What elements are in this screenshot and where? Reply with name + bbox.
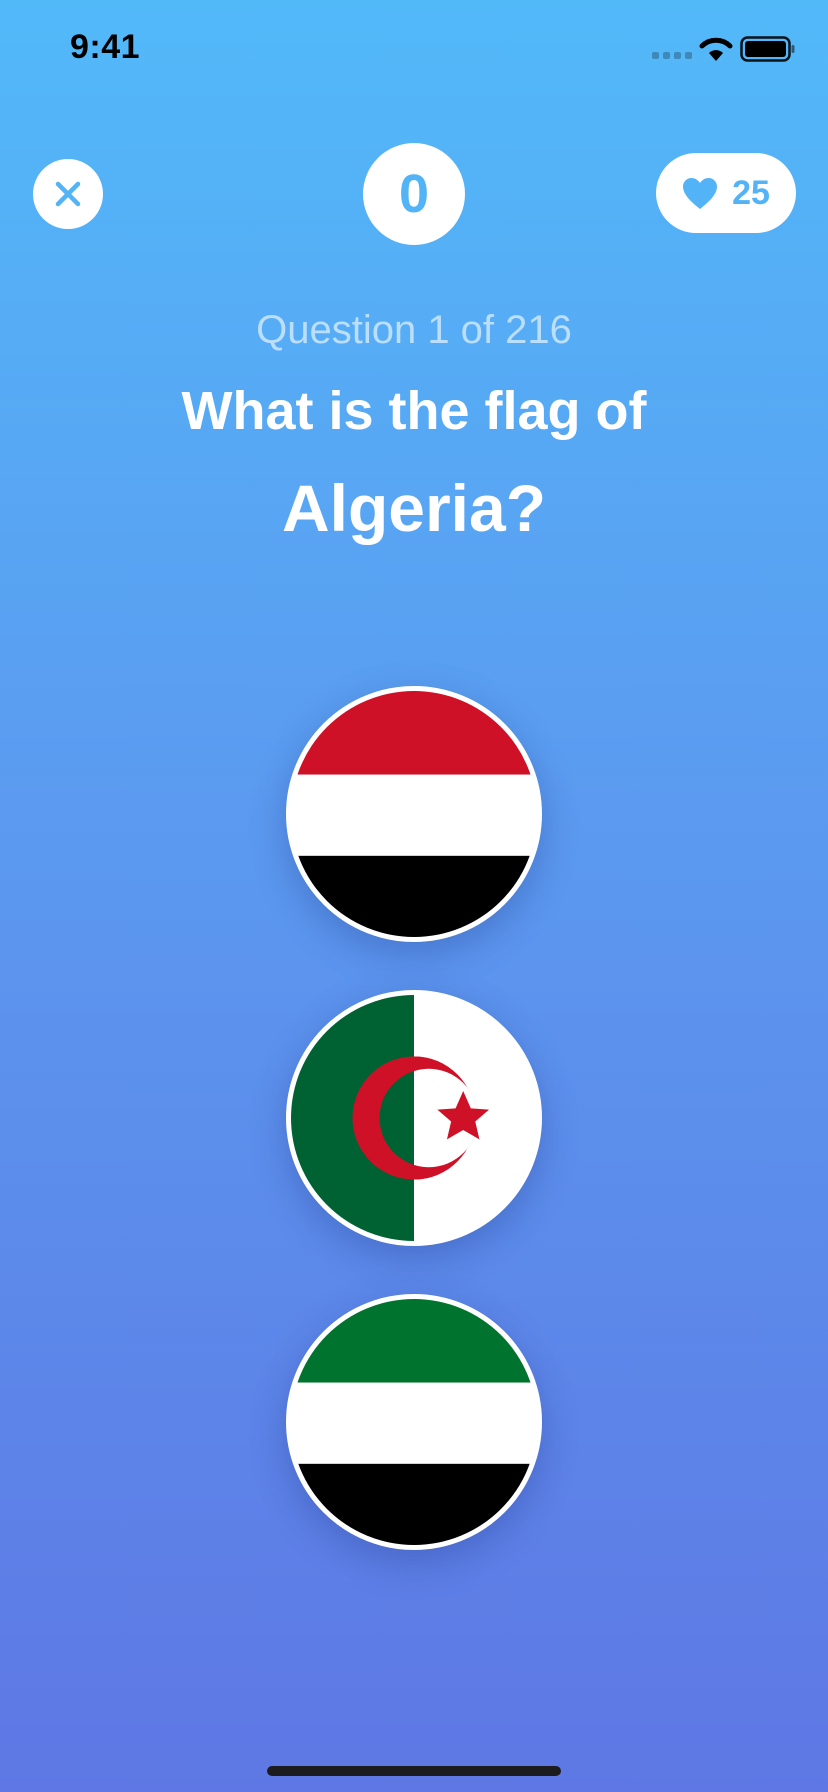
question-counter: Question 1 of 216: [256, 308, 572, 352]
status-bar: 9:41: [0, 0, 828, 100]
home-indicator[interactable]: [267, 1766, 561, 1776]
question-prompt: What is the flag of: [181, 381, 647, 441]
cellular-signal-icon: [652, 52, 692, 59]
flag-green-white-black: [291, 1299, 537, 1545]
flag-algeria: [291, 995, 537, 1241]
flag-red-white-black: [291, 691, 537, 937]
heart-icon: [683, 177, 718, 209]
lives-count: 25: [732, 173, 770, 212]
status-time: 9:41: [70, 28, 141, 66]
question-country: Algeria?: [281, 471, 547, 545]
lives-counter: 25: [656, 153, 796, 233]
battery-icon: [740, 36, 795, 62]
close-button[interactable]: [33, 159, 103, 229]
flag-option-3[interactable]: [286, 1294, 542, 1550]
score-badge: 0: [363, 143, 465, 245]
close-icon: [55, 181, 81, 207]
flag-option-2[interactable]: [286, 990, 542, 1246]
wifi-icon: [699, 37, 733, 61]
flag-option-1[interactable]: [286, 686, 542, 942]
